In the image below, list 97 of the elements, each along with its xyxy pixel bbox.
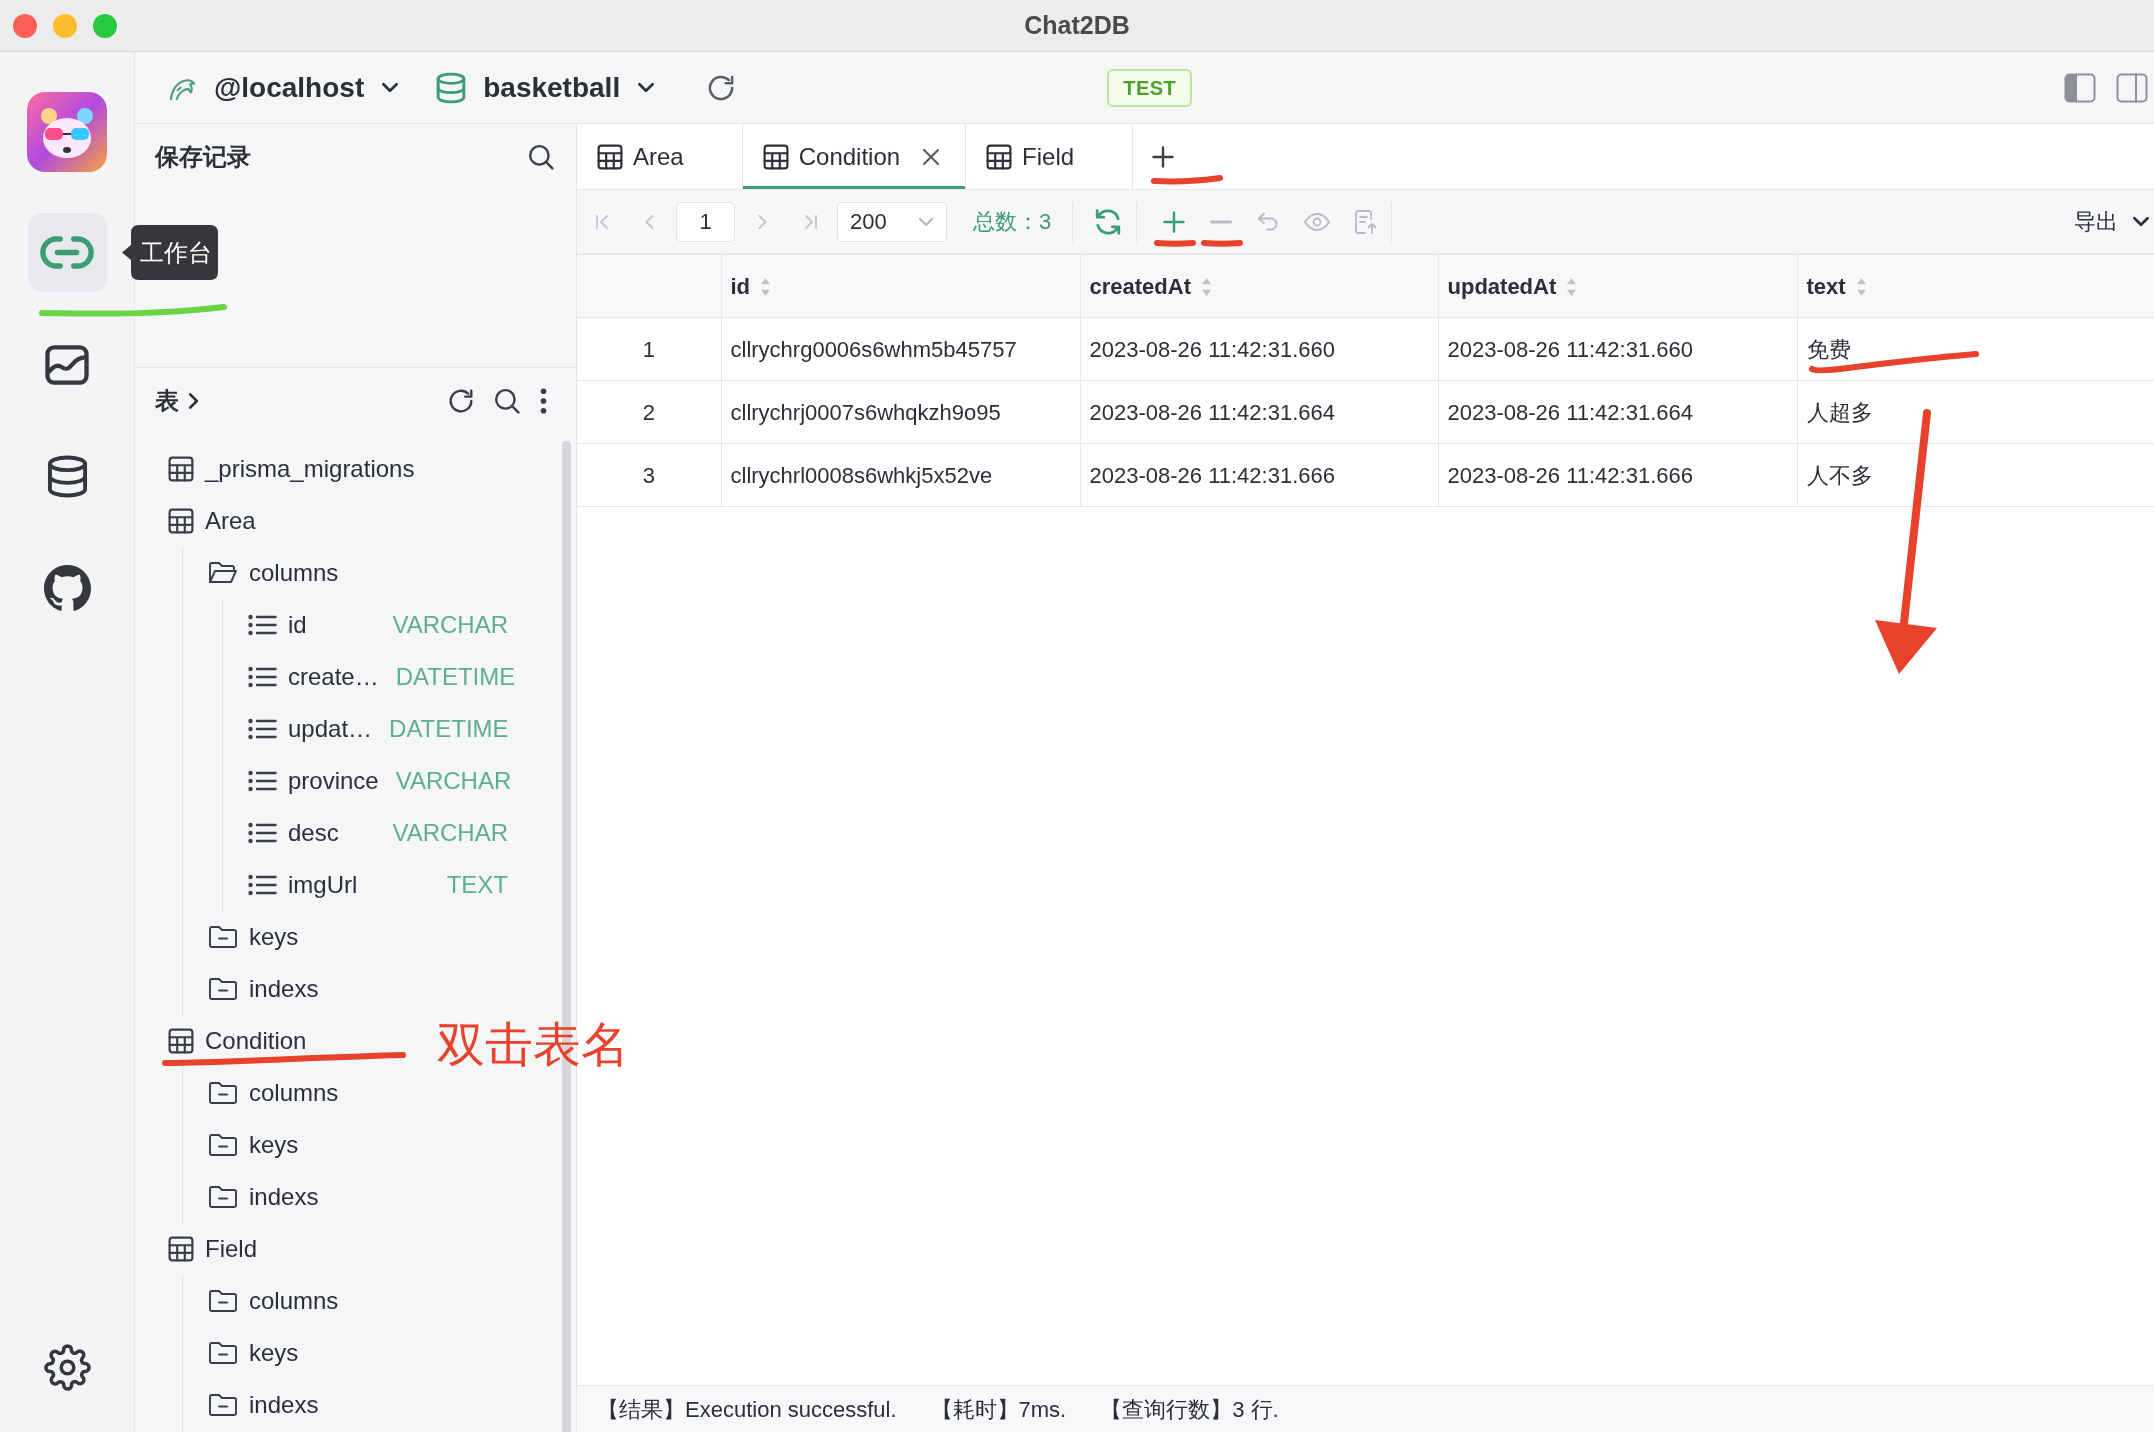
tree-item[interactable]: keys [208,1119,299,1171]
table-cell: 2023-08-26 11:42:31.664 [1080,380,1438,444]
tree-item[interactable]: columns [208,1067,339,1119]
window-title: Chat2DB [1024,9,1130,41]
row-number: 2 [577,380,721,444]
connection-select[interactable]: @localhost [168,66,400,109]
column-type: VARCHAR [391,818,508,848]
tree-item[interactable]: keys [208,911,299,963]
column-header[interactable]: createdAt [1080,254,1438,318]
close-window-button[interactable] [13,13,37,38]
total-count: 总数：3 [973,208,1052,236]
table-cell: cllrychrj0007s6whqkzh9o95 [721,380,1080,444]
column-header[interactable]: id [721,254,1080,318]
tree-item[interactable]: columns [208,547,339,599]
database-icon [436,71,467,104]
tree-item[interactable]: indexs [208,1171,319,1223]
maximize-window-button[interactable] [93,13,117,38]
more-options-icon[interactable] [540,388,547,414]
database-select[interactable]: basketball [436,66,656,109]
search-icon[interactable] [528,144,554,170]
tooltip: 工作台 [120,225,218,280]
tab[interactable]: Area [577,124,743,189]
status-text: 【耗时】7ms. [930,1395,1067,1424]
plus-icon[interactable] [1163,210,1186,233]
tree-item[interactable]: id VARCHAR [248,599,508,651]
chevron-down-icon [918,216,934,227]
tree-item[interactable]: columns [208,1275,339,1327]
chevron-down-icon [637,82,656,93]
list-icon [248,718,277,740]
database-icon [46,455,88,498]
panel-title: 保存记录 [155,142,251,172]
panel-title: 表 [155,386,179,416]
refresh-icon[interactable] [448,388,474,414]
column-header[interactable]: updatedAt [1438,254,1797,318]
status-text: 【查询行数】3 行. [1100,1395,1279,1424]
table-icon [168,456,194,482]
list-icon [248,666,277,688]
tree-item[interactable]: desc VARCHAR [248,807,508,859]
table-cell: 2023-08-26 11:42:31.660 [1080,317,1438,381]
column-header[interactable]: text [1797,254,2154,318]
list-icon [248,822,277,844]
column-type: VARCHAR [391,610,508,640]
sort-icon[interactable] [1566,276,1578,297]
column-type: DATETIME [388,714,509,744]
export-button[interactable]: 导出 [2074,205,2150,238]
tree-item[interactable]: Field [168,1223,258,1275]
environment-tag: TEST [1107,68,1193,107]
tree-item[interactable]: Area [168,495,256,547]
refresh-icon[interactable] [707,73,736,102]
table-cell: cllrychrg0006s6whm5b45757 [721,317,1080,381]
tree-item[interactable]: Condition [168,1015,307,1067]
table-cell: cllrychrl0008s6whkj5x52ve [721,443,1080,507]
list-icon [248,874,277,896]
table-icon [762,143,789,170]
row-number: 1 [577,317,721,381]
app-logo-icon [27,92,107,172]
table-icon [168,1236,194,1262]
tab[interactable]: Field [966,124,1134,189]
table-cell: 2023-08-26 11:42:31.666 [1080,443,1438,507]
list-icon [248,614,277,636]
chart-icon [45,344,89,385]
tree-item[interactable]: updat… DATETIME [248,703,508,755]
status-text: 【结果】Execution successful. [597,1395,897,1424]
row-number: 3 [577,443,721,507]
tree-item[interactable]: imgUrl TEXT [248,859,508,911]
sort-icon[interactable] [1855,276,1867,297]
close-icon[interactable] [922,147,941,166]
search-icon[interactable] [494,388,520,414]
table-icon [168,508,194,534]
tree-item[interactable]: indexs [208,963,319,1015]
table-icon [168,1028,194,1054]
chevron-right-icon[interactable] [188,392,199,410]
sort-icon[interactable] [1201,276,1212,297]
table-cell: 2023-08-26 11:42:31.666 [1438,443,1797,507]
chevron-down-icon [2132,216,2150,227]
list-icon [248,770,277,792]
tree-item[interactable]: indexs [208,1379,319,1431]
chevron-down-icon [381,82,400,93]
tree-item[interactable]: _prisma_migrations [168,443,415,495]
split-layout-icon[interactable] [2116,72,2148,103]
link-icon [40,235,94,270]
settings-icon[interactable] [43,1344,91,1391]
page-input[interactable]: 1 [676,201,735,242]
page-size-select[interactable]: 200 [837,201,947,242]
sort-icon[interactable] [760,276,772,297]
table-cell: 2023-08-26 11:42:31.660 [1438,317,1797,381]
github-icon [43,565,91,612]
column-type: TEXT [445,870,508,900]
plus-icon [1152,145,1175,168]
tab[interactable]: Condition [742,124,967,189]
table-icon [986,143,1013,170]
column-type: DATETIME [394,662,516,692]
table-cell: 2023-08-26 11:42:31.664 [1438,380,1797,444]
table-icon [597,143,623,170]
annotation-text: 双击表名 [437,1019,629,1072]
sidebar-layout-icon[interactable] [2064,72,2096,103]
tree-item[interactable]: keys [208,1327,299,1379]
